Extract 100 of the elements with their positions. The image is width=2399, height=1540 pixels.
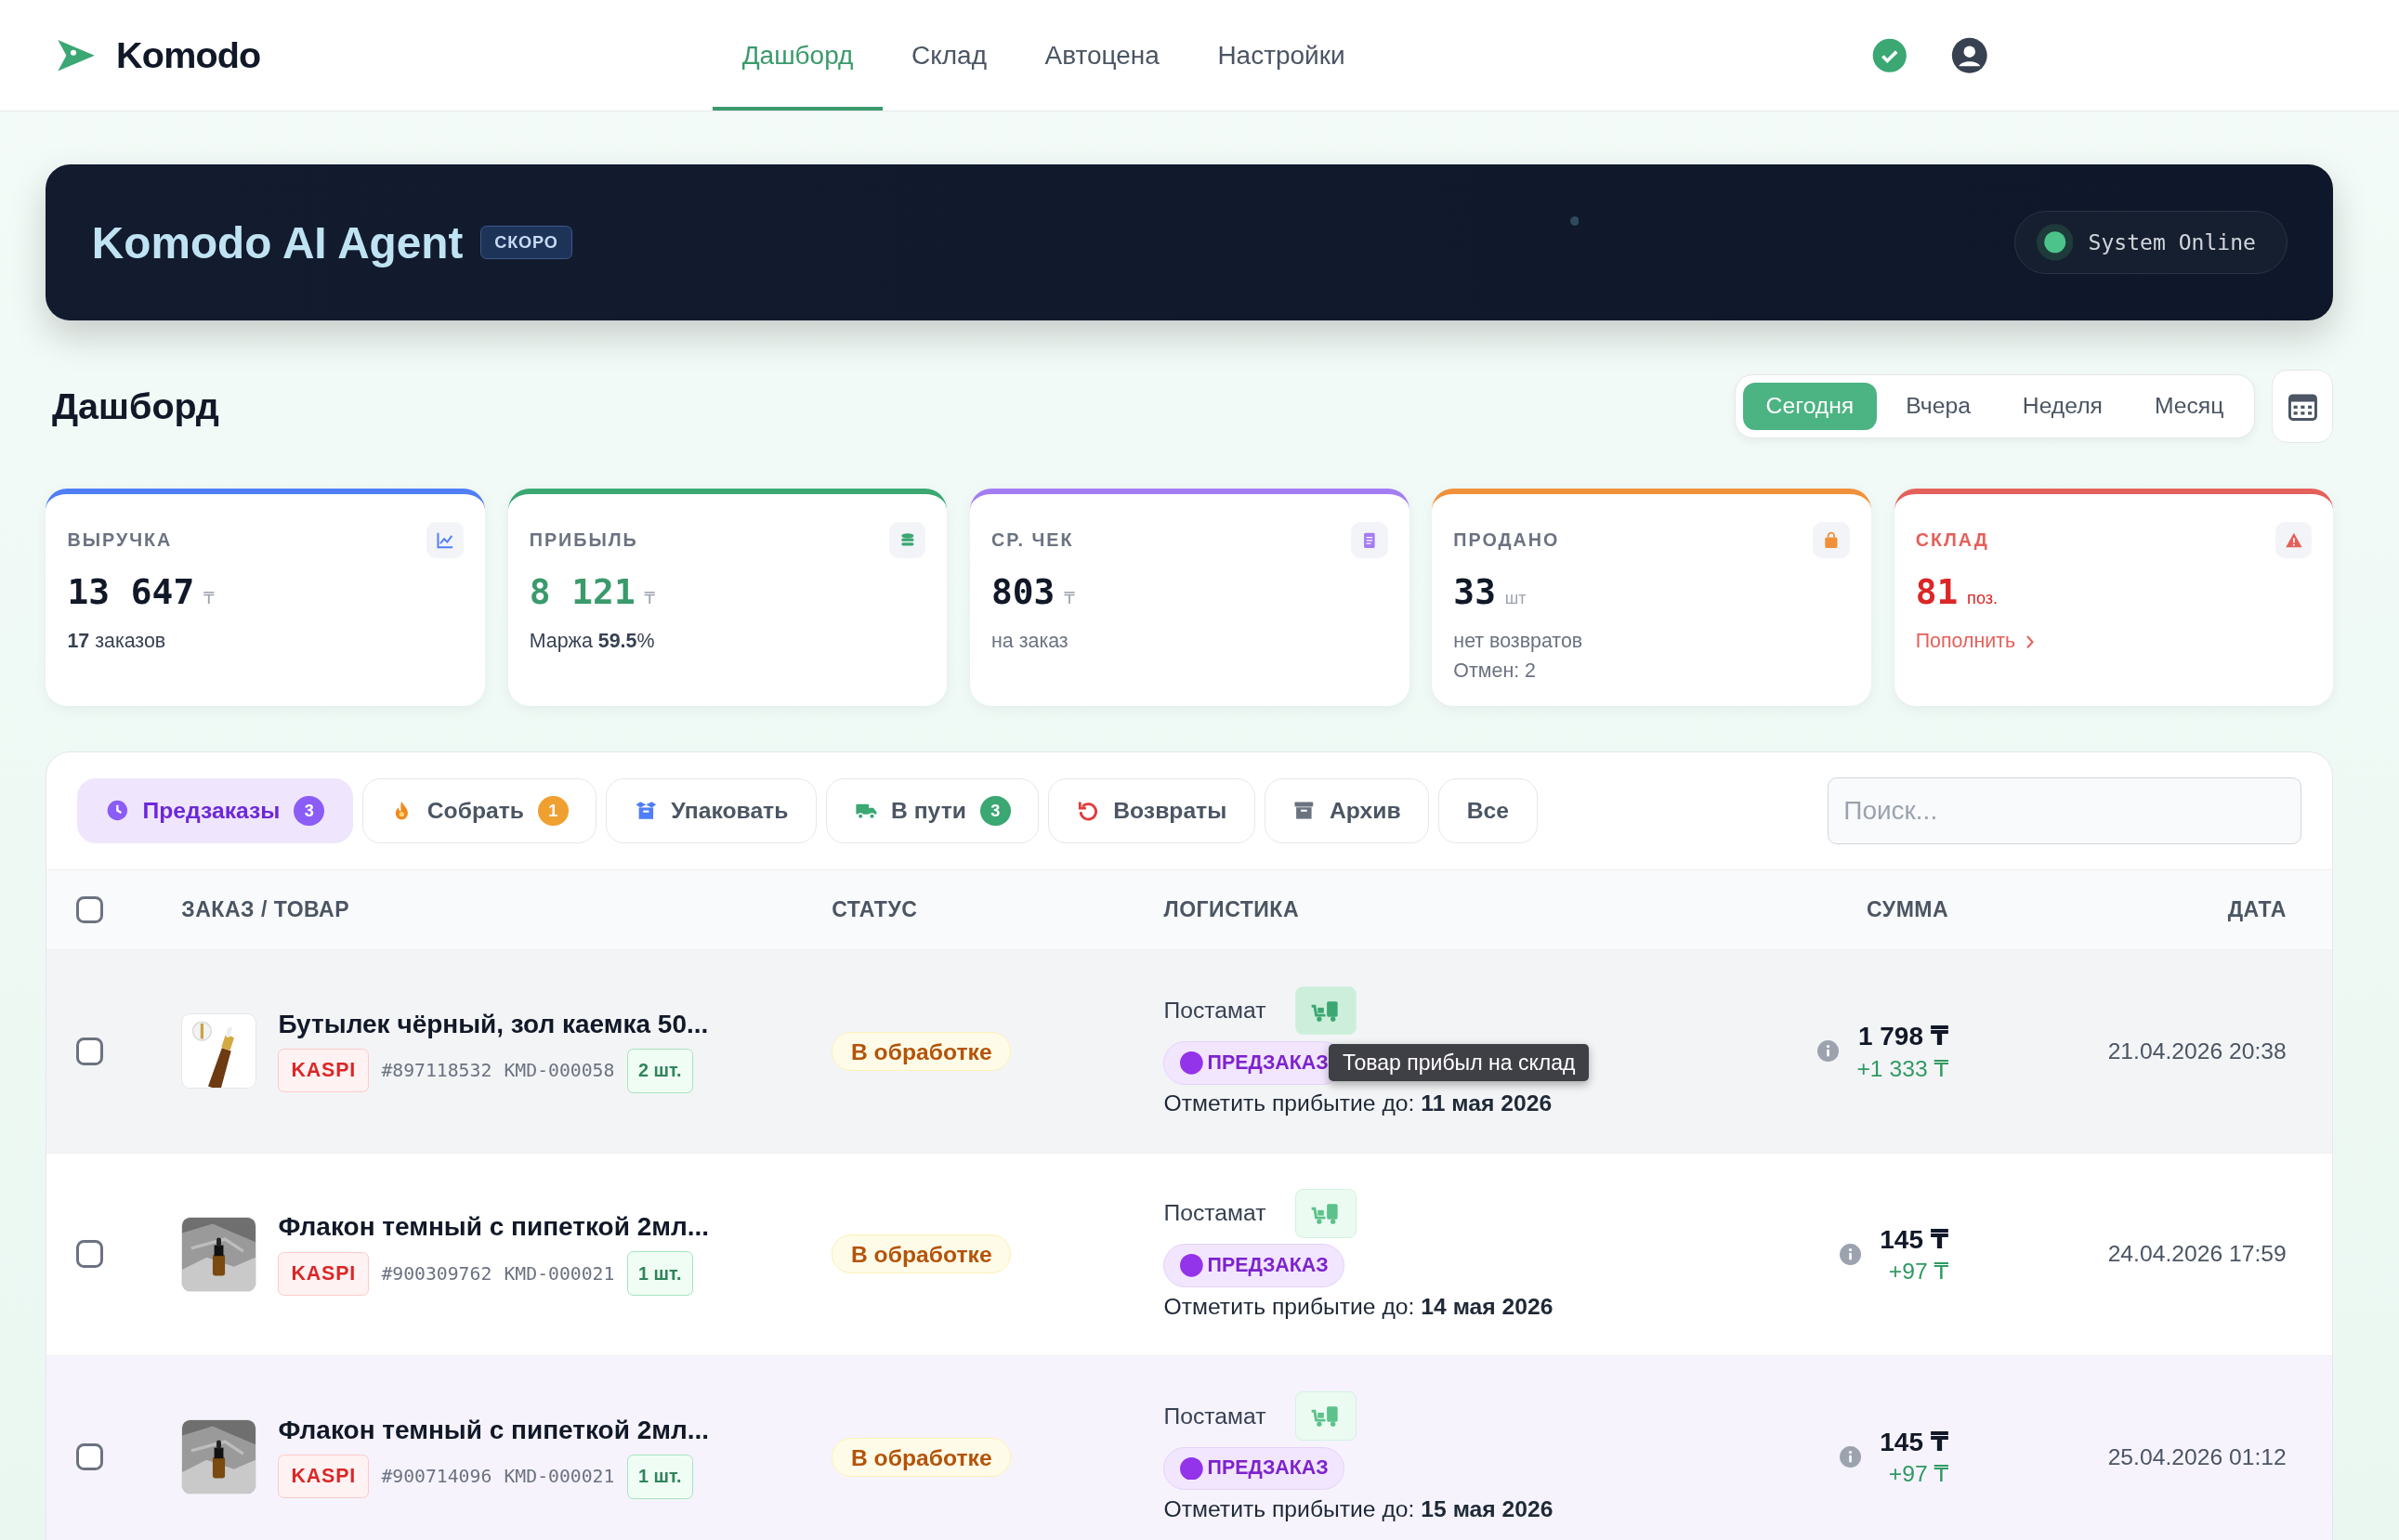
user-avatar-icon[interactable] [1950, 36, 1988, 74]
receipt-icon [1351, 521, 1388, 559]
stat-note: нет возвратов [1453, 630, 1584, 654]
search-field[interactable]: Поиск... [1827, 777, 2302, 845]
period-tab[interactable]: Неделя [1999, 382, 2126, 430]
period-tab[interactable]: Вчера [1882, 382, 1994, 430]
filter-tab[interactable]: Собрать 1 [361, 778, 597, 843]
stat-unit: шт [1504, 588, 1527, 608]
dot-icon [1569, 216, 1580, 227]
marketplace-tag: KASPI [278, 1455, 370, 1498]
banner-title: Komodo AI Agent [91, 216, 464, 268]
column-header: ЗАКАЗ / ТОВАР [181, 896, 351, 922]
quantity-tag: 1 шт. [626, 1454, 693, 1499]
nav-tab[interactable]: Склад [882, 0, 1016, 111]
stat-note: Отмен: 2 [1453, 659, 1537, 683]
checkbox[interactable] [75, 1442, 104, 1471]
column-header: СТАТУС [832, 896, 919, 922]
calendar-button[interactable] [2272, 369, 2334, 443]
sku-code: KMD-000021 [504, 1262, 615, 1285]
warning-icon [2274, 521, 2313, 559]
status-tag: В обработке [832, 1437, 1012, 1477]
nav-tab[interactable]: Автоцена [1016, 0, 1189, 111]
profit-amount: +97 ₸ [1888, 1257, 1949, 1285]
nav-tab[interactable]: Настройки [1188, 0, 1374, 111]
page-title: Дашборд [51, 385, 219, 427]
marketplace-tag: KASPI [278, 1049, 370, 1093]
product-title[interactable]: Флакон темный с пипеткой 2мл... [278, 1415, 710, 1445]
profit-amount: +97 ₸ [1888, 1460, 1949, 1488]
column-header: СУММА [1866, 896, 1949, 922]
delivery-type: Постамат [1163, 1403, 1266, 1429]
product-title[interactable]: Бутылек чёрный, зол каемка 50... [278, 1009, 709, 1039]
filter-tab[interactable]: В пути 3 [825, 778, 1040, 843]
column-header: ЛОГИСТИКА [1163, 896, 1301, 922]
marketplace-tag: KASPI [278, 1251, 370, 1296]
profit-amount: +1 333 ₸ [1856, 1054, 1949, 1082]
quantity-tag: 2 шт. [626, 1048, 693, 1093]
preorder-tag: ПРЕДЗАКАЗ [1163, 1446, 1345, 1491]
mark-arrived-button[interactable] [1294, 985, 1357, 1036]
period-tab[interactable]: Месяц [2131, 382, 2248, 430]
mark-arrived-button[interactable] [1294, 1391, 1357, 1441]
filter-tab[interactable]: Предзаказы 3 [77, 778, 353, 843]
filter-tab[interactable]: Все [1438, 778, 1538, 843]
quantity-tag: 1 шт. [626, 1251, 693, 1297]
arrival-deadline: Отметить прибытие до: 11 мая 2026 [1163, 1090, 1553, 1117]
box-icon [634, 800, 658, 822]
arrival-deadline: Отметить прибытие до: 14 мая 2026 [1163, 1293, 1554, 1320]
checkbox[interactable] [75, 1038, 104, 1065]
status-tag: В обработке [832, 1234, 1012, 1274]
order-date: 24.04.2026 17:59 [2106, 1241, 2287, 1268]
dot-icon [1179, 1254, 1203, 1277]
stat-label: ПРИБЫЛЬ [529, 529, 638, 552]
order-row[interactable]: Бутылек чёрный, зол каемка 50... KASPI #897118532 KMD-000058 2 шт. В обработке Постамат ПРЕДЗАКАЗ Товар прибыл на склад Отметить прибытие до: 11 мая 2026 1 798 ₸ +1 333 ₸ 21.04.2026 20:38 [46, 949, 2333, 1153]
delivery-type: Постамат [1163, 997, 1266, 1024]
info-icon[interactable] [1840, 1243, 1862, 1265]
sku-code: KMD-000058 [504, 1060, 615, 1082]
stat-value: 8 121 [529, 570, 636, 612]
stat-unit: ₸ [203, 587, 215, 608]
dot-icon [1179, 1051, 1203, 1075]
order-number: #900714096 [381, 1466, 492, 1488]
stat-label: СКЛАД [1915, 529, 1989, 552]
filter-tab[interactable]: Упаковать [606, 778, 817, 843]
mark-arrived-button[interactable] [1294, 1188, 1357, 1238]
filter-tab[interactable]: Архив [1264, 778, 1430, 843]
preorder-tag: ПРЕДЗАКАЗ [1163, 1244, 1345, 1287]
order-row[interactable]: Флакон темный с пипеткой 2мл... KASPI #900714096 KMD-000021 1 шт. В обработке Постамат ПРЕДЗАКАЗ Отметить прибытие до: 15 мая 2026 145 ₸ +97 ₸ 25.04.2026 01:12 [46, 1354, 2333, 1540]
brand-name: Komodo [116, 33, 261, 76]
check-circle-icon[interactable] [1871, 36, 1908, 74]
bag-icon [1813, 521, 1850, 559]
stat-label: СР. ЧЕК [991, 529, 1074, 552]
stat-value: 33 [1453, 570, 1496, 612]
sku-code: KMD-000021 [504, 1466, 615, 1488]
order-sum: 145 ₸ [1880, 1426, 1949, 1457]
stat-unit: ₸ [644, 587, 656, 608]
line-chart-icon [426, 521, 464, 559]
order-sum: 145 ₸ [1880, 1223, 1949, 1255]
product-title[interactable]: Флакон темный с пипеткой 2мл... [278, 1212, 710, 1243]
checkbox[interactable] [75, 1240, 104, 1269]
order-number: #900309762 [381, 1262, 492, 1285]
online-indicator-icon [2036, 224, 2074, 261]
order-date: 21.04.2026 20:38 [2106, 1038, 2287, 1064]
stat-unit: ₸ [1064, 587, 1075, 608]
info-icon[interactable] [1816, 1040, 1839, 1063]
clock-icon [105, 800, 129, 822]
info-icon[interactable] [1840, 1446, 1862, 1468]
order-number: #897118532 [381, 1060, 492, 1082]
stat-note: 17 заказов [67, 630, 167, 654]
column-header: ДАТА [2226, 896, 2287, 922]
dot-icon [1179, 1456, 1203, 1481]
stat-note: на заказ [991, 630, 1069, 654]
status-text: System Online [2088, 230, 2256, 255]
tooltip: Товар прибыл на склад [1329, 1044, 1590, 1082]
checkbox[interactable] [75, 895, 104, 924]
delivery-type: Постамат [1163, 1200, 1266, 1227]
filter-tab[interactable]: Возвраты [1048, 778, 1255, 843]
stat-value: 803 [991, 570, 1055, 612]
stat-note: Маржа 59.5% [529, 630, 656, 654]
coins-icon [888, 521, 926, 559]
undo-icon [1076, 800, 1100, 822]
order-sum: 1 798 ₸ [1857, 1021, 1949, 1052]
stat-value: 81 [1915, 570, 1959, 612]
